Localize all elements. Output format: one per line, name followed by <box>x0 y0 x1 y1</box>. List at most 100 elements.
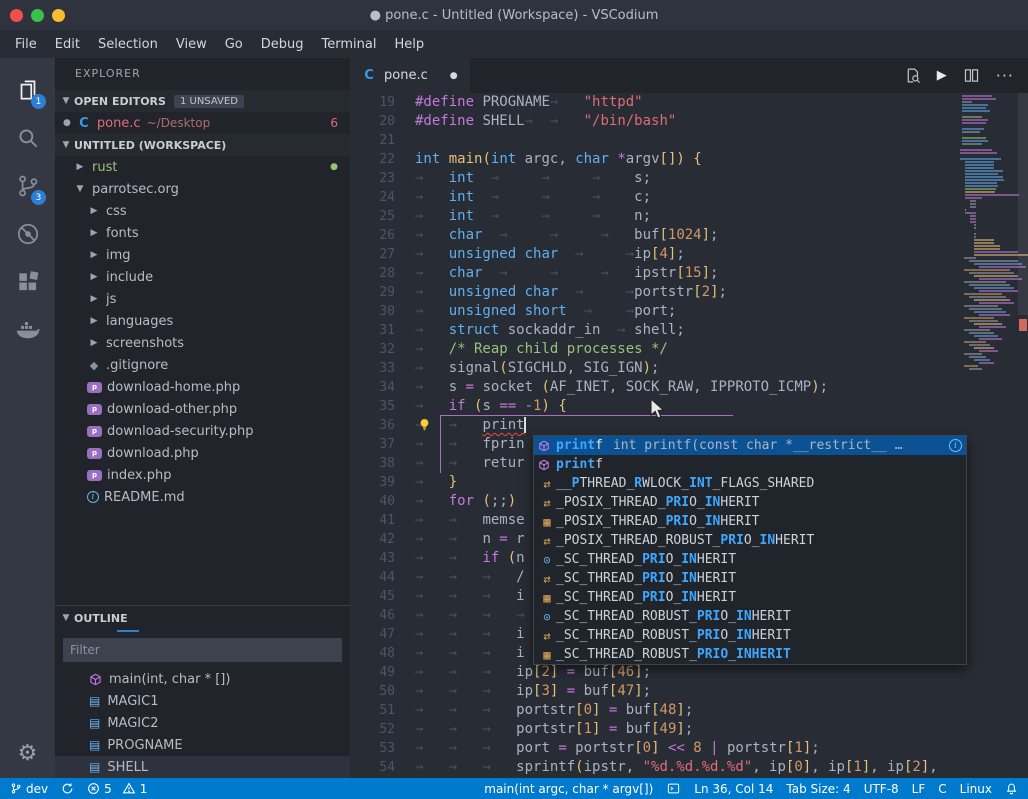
tree-item[interactable]: i README.md <box>55 486 350 508</box>
minimize-window-button[interactable] <box>52 8 65 22</box>
activity-debug-disabled[interactable] <box>0 210 55 258</box>
scrollbar-thumb[interactable] <box>1018 93 1028 315</box>
menu-help[interactable]: Help <box>385 33 433 56</box>
code-line[interactable]: 35 → if (s == -1) { <box>350 397 1028 416</box>
tree-item[interactable]: p download-other.php <box>55 398 350 420</box>
open-editor-pone-c[interactable]: ● C pone.c ~/Desktop 6 <box>55 112 350 134</box>
tree-item[interactable]: ▶ include <box>55 266 350 288</box>
tree-item[interactable]: ▶ css <box>55 200 350 222</box>
split-editor-icon[interactable] <box>963 67 980 84</box>
outline-item-shell[interactable]: ▤ SHELL <box>55 756 350 778</box>
tree-item[interactable]: p download-security.php <box>55 420 350 442</box>
eol-indicator[interactable]: LF <box>912 782 926 796</box>
completion-item[interactable]: ⊙ _SC_THREAD_ PRI O_ IN HERIT <box>534 550 966 569</box>
open-changes-icon[interactable] <box>904 67 921 84</box>
code-line[interactable]: 20 #define SHELL→ → "/bin/bash" <box>350 112 1028 131</box>
activity-docker[interactable] <box>0 306 55 354</box>
completion-item[interactable]: print f int printf(const char *__restrict_… <box>534 436 966 455</box>
code-line[interactable]: 52 → → → portstr[1] = buf[49]; <box>350 720 1028 739</box>
tab-pone-c[interactable]: C pone.c ● <box>350 58 470 93</box>
activity-explorer[interactable]: 1 <box>0 66 55 114</box>
activity-source-control[interactable]: 3 <box>0 162 55 210</box>
problems-status[interactable]: 5 1 <box>87 782 147 796</box>
code-line[interactable]: 54 → → → sprintf(ipstr, "%d.%d.%d.%d", ip… <box>350 758 1028 777</box>
code-line[interactable]: 51 → → → portstr[0] = buf[48]; <box>350 701 1028 720</box>
completion-item[interactable]: ▦ _SC_THREAD_ PRI O_ IN HERIT <box>534 588 966 607</box>
run-code-icon[interactable]: ▶ <box>937 68 947 83</box>
close-window-button[interactable] <box>10 8 23 22</box>
tree-item[interactable]: ▼ parrotsec.org <box>55 178 350 200</box>
tab-size-indicator[interactable]: Tab Size: 4 <box>786 782 850 796</box>
code-line[interactable]: 32 → /* Reap child processes */ <box>350 340 1028 359</box>
notifications-bell-icon[interactable] <box>1005 782 1018 796</box>
outline-item-magic2[interactable]: ▤ MAGIC2 <box>55 712 350 734</box>
maximize-window-button[interactable] <box>31 8 44 22</box>
completion-item[interactable]: ⊙ _SC_THREAD_ROBUST_ PRI O_ IN HERIT <box>534 607 966 626</box>
code-line[interactable]: 19 #define PROGNAME→ "httpd" <box>350 93 1028 112</box>
tree-item[interactable]: ▶ rust ● <box>55 156 350 178</box>
code-line[interactable]: 49 → → → ip[2] = buf[46]; <box>350 663 1028 682</box>
code-line[interactable]: 31 → struct sockaddr_in → shell; <box>350 321 1028 340</box>
outline-header[interactable]: ▼ OUTLINE <box>55 606 350 630</box>
code-line[interactable]: 23 → int → → → s; <box>350 169 1028 188</box>
tree-item[interactable]: ▶ img <box>55 244 350 266</box>
completion-item[interactable]: ⇄ __ P THREAD_ R WLOCK_ INT _FLAGS_SHARED <box>534 474 966 493</box>
more-actions-icon[interactable]: ··· <box>996 66 1014 85</box>
terminal-icon[interactable] <box>666 782 681 795</box>
sync-button[interactable] <box>61 782 74 795</box>
tree-item[interactable]: ▶ js <box>55 288 350 310</box>
os-indicator[interactable]: Linux <box>960 782 992 796</box>
language-indicator[interactable]: C <box>938 782 946 796</box>
code-line[interactable]: 34 → s = socket (AF_INET, SOCK_RAW, IPPRO… <box>350 378 1028 397</box>
open-editors-header[interactable]: ▼ OPEN EDITORS 1 UNSAVED <box>55 90 350 112</box>
editor-scrollbar[interactable] <box>1018 93 1028 778</box>
lightbulb-icon[interactable] <box>418 418 431 431</box>
completion-item[interactable]: ▦ _POSIX_THREAD_ PRI O_ IN HERIT <box>534 512 966 531</box>
menu-selection[interactable]: Selection <box>89 33 167 56</box>
tree-item[interactable]: p download-home.php <box>55 376 350 398</box>
code-line[interactable]: 33 → signal(SIGCHLD, SIG_IGN); <box>350 359 1028 378</box>
tree-item[interactable]: ◆ .gitignore <box>55 354 350 376</box>
outline-item-progname[interactable]: ▤ PROGNAME <box>55 734 350 756</box>
completion-item[interactable]: ⇄ _POSIX_THREAD_ROBUST_ PRI O_ IN HERIT <box>534 531 966 550</box>
tree-item[interactable]: ▶ languages <box>55 310 350 332</box>
outline-item-magic1[interactable]: ▤ MAGIC1 <box>55 690 350 712</box>
encoding-indicator[interactable]: UTF-8 <box>864 782 899 796</box>
outline-filter-input[interactable] <box>63 638 342 662</box>
code-line[interactable]: 28 → char → → → ipstr[15]; <box>350 264 1028 283</box>
code-line[interactable]: 53 → → → port = portstr[0] << 8 | portstr… <box>350 739 1028 758</box>
cursor-position[interactable]: Ln 36, Col 14 <box>694 782 773 796</box>
code-line[interactable]: 21 <box>350 131 1028 150</box>
code-line[interactable]: 50 → → → ip[3] = buf[47]; <box>350 682 1028 701</box>
completion-item[interactable]: ⇄ _POSIX_THREAD_ PRI O_ IN HERIT <box>534 493 966 512</box>
menu-terminal[interactable]: Terminal <box>313 33 386 56</box>
activity-search[interactable] <box>0 114 55 162</box>
menu-go[interactable]: Go <box>216 33 252 56</box>
code-line[interactable]: 29 → unsigned char → →portstr[2]; <box>350 283 1028 302</box>
menu-edit[interactable]: Edit <box>46 33 89 56</box>
code-line[interactable]: 22 int main(int argc, char *argv[]) { <box>350 150 1028 169</box>
activity-extensions[interactable] <box>0 258 55 306</box>
code-editor[interactable]: 19 #define PROGNAME→ "httpd" 20 #define SHE… <box>350 93 1028 778</box>
code-line[interactable]: 24 → int → → → c; <box>350 188 1028 207</box>
menu-debug[interactable]: Debug <box>252 33 313 56</box>
code-line[interactable]: 36 → → print <box>350 416 1028 435</box>
tree-item[interactable]: ▶ fonts <box>55 222 350 244</box>
completion-item[interactable]: ▦ _SC_THREAD_ROBUST_ PRIO _ INHERIT <box>534 645 966 664</box>
menu-view[interactable]: View <box>167 33 216 56</box>
completion-item[interactable]: print f <box>534 455 966 474</box>
workspace-header[interactable]: ▼ UNTITLED (WORKSPACE) <box>55 134 350 156</box>
code-line[interactable]: 26 → char → → → buf[1024]; <box>350 226 1028 245</box>
tree-item[interactable]: p index.php <box>55 464 350 486</box>
tree-item[interactable]: ▶ screenshots <box>55 332 350 354</box>
minimap[interactable] <box>960 95 1028 371</box>
settings-gear-icon[interactable]: ⚙ <box>18 741 38 766</box>
git-branch-status[interactable]: dev <box>10 782 48 796</box>
code-line[interactable]: 27 → unsigned char → →ip[4]; <box>350 245 1028 264</box>
outline-item-main-int-char-[interactable]: main(int, char * []) <box>55 668 350 690</box>
tree-item[interactable]: p download.php <box>55 442 350 464</box>
code-line[interactable]: 25 → int → → → n; <box>350 207 1028 226</box>
menu-file[interactable]: File <box>6 33 46 56</box>
completion-item[interactable]: ⇄ _SC_THREAD_ROBUST_ PRI O_ IN HERIT <box>534 626 966 645</box>
code-line[interactable]: 30 → unsigned short → →port; <box>350 302 1028 321</box>
